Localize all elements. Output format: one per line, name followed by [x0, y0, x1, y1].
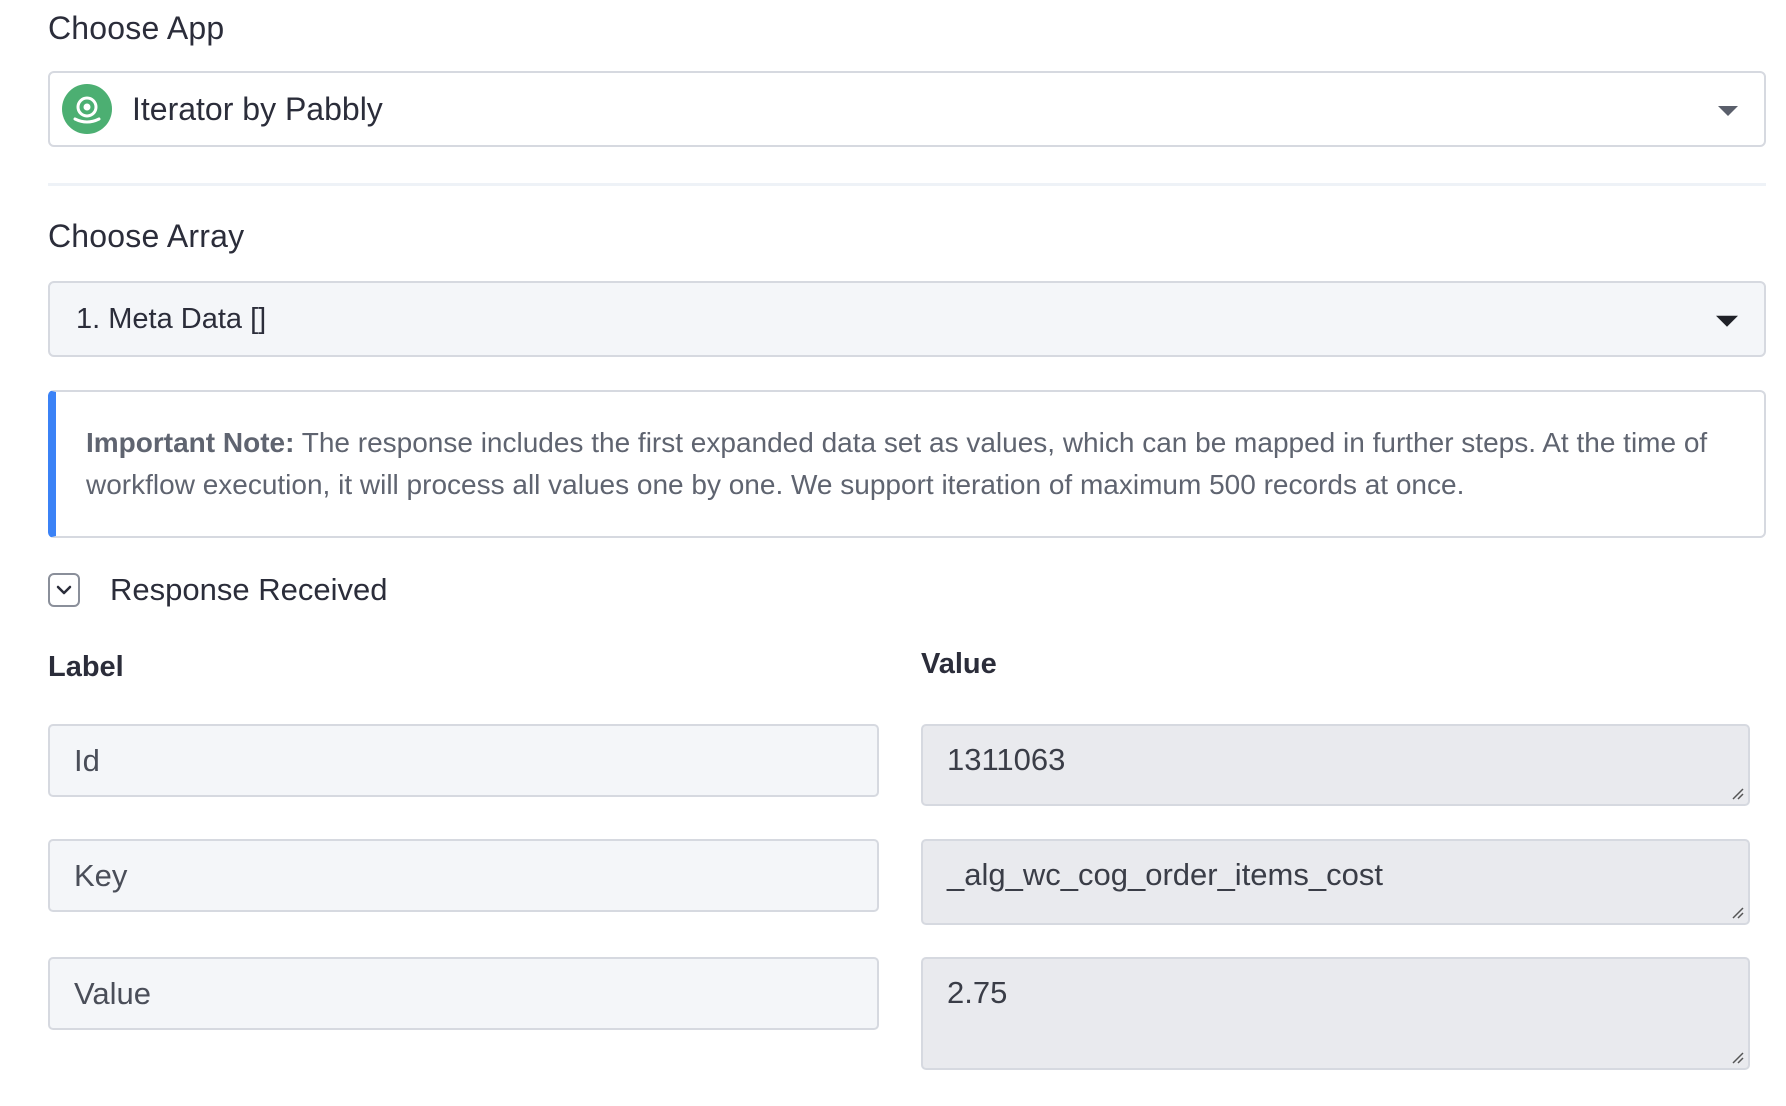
value-field-id[interactable]: 1311063 [921, 724, 1750, 806]
value-field-key[interactable]: _alg_wc_cog_order_items_cost [921, 839, 1750, 925]
chevron-down-icon[interactable] [1716, 315, 1738, 327]
note-title: Important Note: [86, 427, 295, 458]
value-field-value[interactable]: 2.75 [921, 957, 1750, 1070]
selected-array-value: 1. Meta Data [] [76, 302, 267, 335]
value-text: 2.75 [947, 975, 1008, 1010]
choose-app-select[interactable]: Iterator by Pabbly [48, 71, 1766, 147]
section-divider [48, 183, 1766, 186]
value-column-header: Value [921, 648, 997, 680]
label-column-header: Label [48, 651, 124, 683]
resize-handle-icon[interactable] [1730, 786, 1744, 800]
resize-handle-icon[interactable] [1730, 905, 1744, 919]
resize-handle-icon[interactable] [1730, 1050, 1744, 1064]
value-text: 1311063 [947, 742, 1066, 777]
label-field-value[interactable]: Value [48, 957, 879, 1030]
response-received-label: Response Received [110, 572, 388, 607]
response-received-toggle[interactable]: Response Received [48, 572, 387, 608]
iterator-app-icon [62, 84, 112, 134]
choose-app-label: Choose App [48, 10, 225, 46]
label-field-id[interactable]: Id [48, 724, 879, 797]
choose-array-select[interactable]: 1. Meta Data [] [48, 281, 1766, 357]
note-body: The response includes the first expanded… [86, 427, 1708, 500]
label-field-key[interactable]: Key [48, 839, 879, 912]
chevron-down-icon[interactable] [1718, 106, 1738, 116]
choose-array-label: Choose Array [48, 218, 245, 254]
selected-app-name: Iterator by Pabbly [132, 90, 383, 127]
important-note-box: Important Note: The response includes th… [48, 390, 1766, 538]
chevron-down-icon[interactable] [48, 573, 80, 607]
value-text: _alg_wc_cog_order_items_cost [947, 857, 1383, 892]
